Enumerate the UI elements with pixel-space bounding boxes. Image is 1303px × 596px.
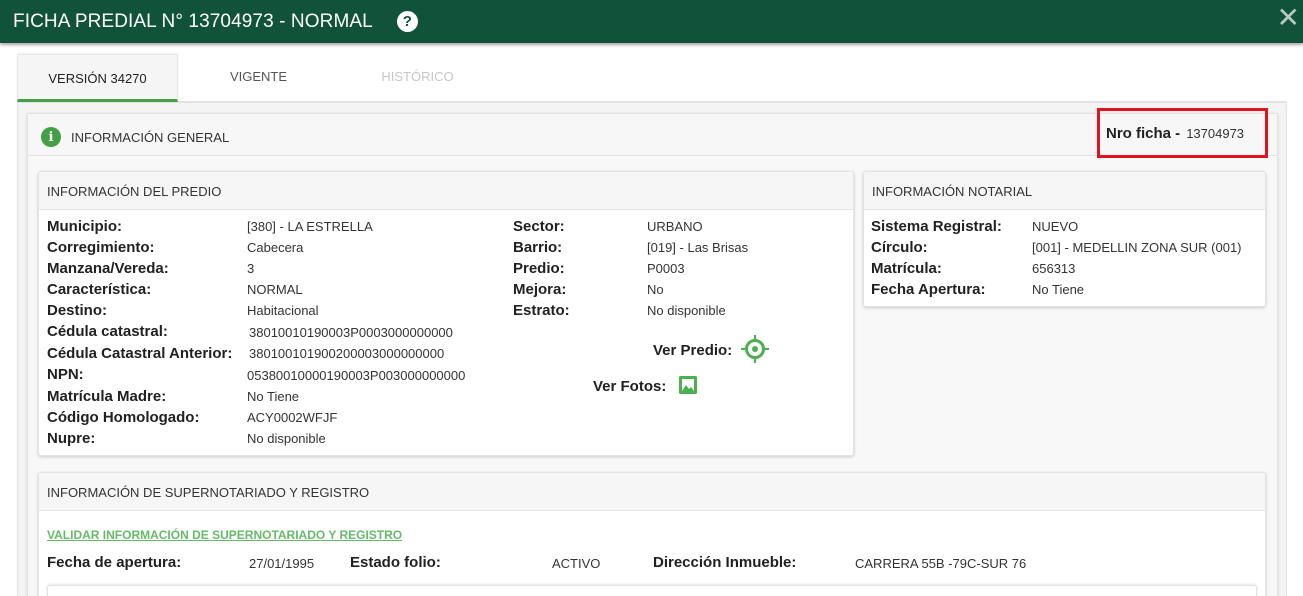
tab-version[interactable]: VERSIÓN 34270 [17, 54, 178, 102]
field-label: Código Homologado: [47, 409, 200, 426]
field-label: Matrícula Madre: [47, 388, 167, 405]
info-icon: i [41, 127, 61, 147]
field-label: Característica: [47, 281, 152, 298]
general-info-header: i INFORMACIÓN GENERAL Nro ficha - 137049… [28, 108, 1277, 158]
field-value: 656313 [1032, 261, 1076, 276]
ver-predio-label: Ver Predio: [653, 342, 733, 359]
field-label: Matrícula: [871, 260, 942, 277]
field-value: ACY0002WFJF [247, 410, 338, 425]
field-label: Manzana/Vereda: [47, 260, 169, 277]
field-value: 27/01/1995 [249, 556, 315, 571]
field-label: Fecha Apertura: [871, 281, 986, 298]
field-value: No Tiene [1032, 282, 1085, 297]
field-value: [380] - LA ESTRELLA [247, 219, 373, 234]
field-label: Predio: [513, 260, 565, 277]
ver-fotos-label: Ver Fotos: [593, 378, 667, 395]
nro-ficha-label: Nro ficha - [1106, 124, 1181, 142]
field-value: No disponible [647, 303, 726, 318]
field-value: P0003 [647, 261, 685, 276]
nro-ficha-highlight: Nro ficha - 13704973 [1097, 108, 1268, 158]
field-label: Estrato: [513, 302, 570, 319]
field-value: 380100101900200003000000000 [249, 346, 445, 361]
supernotariado-card-title: INFORMACIÓN DE SUPERNOTARIADO Y REGISTRO [39, 473, 1265, 511]
field-label: Cédula catastral: [47, 323, 168, 340]
field-value: Habitacional [247, 303, 319, 318]
field-label: Sistema Registral: [871, 218, 1002, 235]
predio-card: INFORMACIÓN DEL PREDIO Municipio: [380] … [38, 171, 854, 456]
field-label: Corregimiento: [47, 239, 155, 256]
help-icon[interactable]: ? [396, 11, 418, 32]
field-label: Municipio: [47, 218, 122, 235]
field-value: URBANO [647, 219, 703, 234]
image-icon[interactable] [679, 376, 697, 394]
title-bar: FICHA PREDIAL N° 13704973 - NORMAL ? ✕ [0, 0, 1303, 43]
field-value: No disponible [247, 431, 326, 446]
supernotariado-card: INFORMACIÓN DE SUPERNOTARIADO Y REGISTRO… [38, 472, 1266, 596]
field-value: NORMAL [247, 282, 303, 297]
field-value: Cabecera [247, 240, 304, 255]
field-value: CARRERA 55B -79C-SUR 76 [855, 556, 1027, 571]
general-info-title: INFORMACIÓN GENERAL [71, 130, 230, 145]
field-label: Mejora: [513, 281, 567, 298]
field-value: 38010010190003P0003000000000 [249, 325, 453, 340]
nested-card [47, 585, 1257, 596]
field-label: Nupre: [47, 430, 96, 447]
field-label: Sector: [513, 218, 565, 235]
field-value: 3 [247, 261, 255, 276]
version-tabs: VERSIÓN 34270 VIGENTE HISTÓRICO [17, 54, 1287, 102]
tab-vigente[interactable]: VIGENTE [178, 54, 339, 102]
notarial-card-title: INFORMACIÓN NOTARIAL [864, 172, 1265, 210]
page-title: FICHA PREDIAL N° 13704973 - NORMAL [13, 10, 373, 32]
close-icon[interactable]: ✕ [1277, 4, 1300, 32]
location-target-icon[interactable] [741, 335, 769, 363]
field-label: Círculo: [871, 239, 928, 256]
field-value: [001] - MEDELLIN ZONA SUR (001) [1032, 240, 1242, 255]
validar-supernotariado-link[interactable]: VALIDAR INFORMACIÓN DE SUPERNOTARIADO Y … [47, 528, 402, 542]
field-value: ACTIVO [552, 556, 601, 571]
field-label: Fecha de apertura: [47, 554, 182, 571]
field-label: Dirección Inmueble: [653, 554, 797, 571]
field-label: Barrio: [513, 239, 563, 256]
field-label: Estado folio: [350, 554, 441, 571]
predio-card-title: INFORMACIÓN DEL PREDIO [39, 172, 853, 210]
field-value: No [647, 282, 664, 297]
field-label: NPN: [47, 366, 84, 383]
field-label: Cédula Catastral Anterior: [47, 345, 233, 362]
field-value: NUEVO [1032, 219, 1079, 234]
nro-ficha-value: 13704973 [1186, 125, 1245, 141]
notarial-card: INFORMACIÓN NOTARIAL Sistema Registral: … [863, 171, 1266, 307]
field-value: 05380010000190003P003000000000 [247, 368, 466, 383]
field-label: Destino: [47, 302, 107, 319]
field-value: [019] - Las Brisas [647, 240, 749, 255]
tab-historico: HISTÓRICO [381, 68, 454, 84]
field-value: No Tiene [247, 389, 300, 404]
